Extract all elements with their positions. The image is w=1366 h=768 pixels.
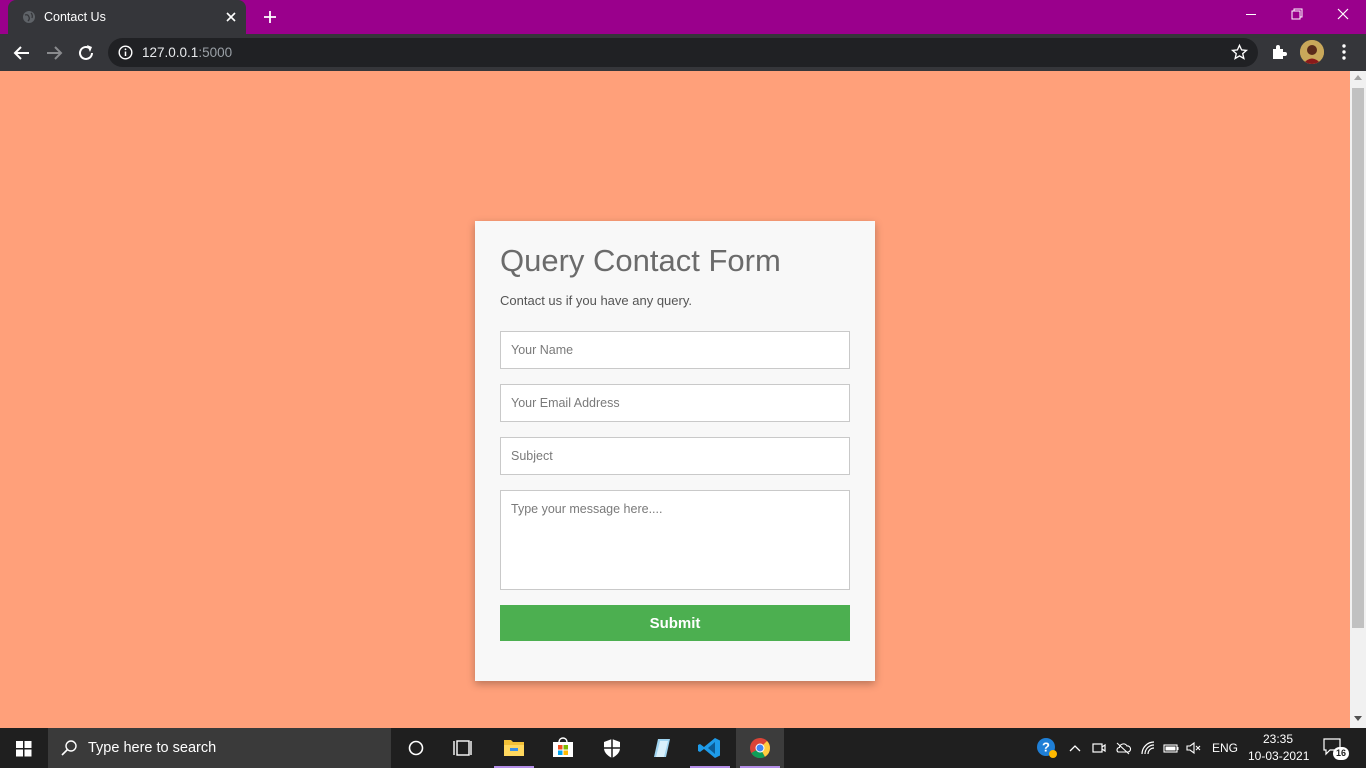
notification-center-button[interactable]: 16 bbox=[1322, 737, 1349, 760]
cortana-icon[interactable] bbox=[392, 728, 440, 768]
more-vertical-icon[interactable] bbox=[1334, 42, 1354, 62]
window-restore-icon[interactable] bbox=[1274, 0, 1320, 30]
wifi-icon[interactable] bbox=[1139, 739, 1157, 757]
clock-time[interactable]: 23:35 bbox=[1262, 732, 1294, 746]
taskbar-search-box[interactable]: Type here to search bbox=[48, 728, 391, 768]
window-close-icon[interactable] bbox=[1320, 0, 1366, 30]
scroll-thumb[interactable] bbox=[1352, 88, 1364, 628]
file-explorer-icon[interactable] bbox=[490, 728, 538, 768]
profile-avatar[interactable] bbox=[1300, 40, 1324, 64]
form-title: Query Contact Form bbox=[500, 243, 781, 278]
new-tab-plus-icon[interactable] bbox=[260, 7, 280, 27]
url-host: 127.0.0.1 bbox=[142, 45, 199, 60]
clock-date[interactable]: 10-03-2021 bbox=[1248, 749, 1309, 763]
address-bar[interactable]: 127.0.0.1:5000 bbox=[108, 38, 1258, 67]
email-input[interactable] bbox=[500, 384, 850, 422]
scroll-down-arrow-icon[interactable] bbox=[1354, 716, 1362, 721]
profile-photo-icon bbox=[1300, 40, 1324, 64]
window-minimize-icon[interactable] bbox=[1228, 0, 1274, 30]
input-language[interactable]: ENG bbox=[1212, 741, 1238, 755]
url-port: :5000 bbox=[198, 45, 233, 60]
vscode-logo-icon bbox=[698, 738, 720, 758]
page-viewport: Query Contact Form Contact us if you hav… bbox=[0, 71, 1350, 728]
url-text[interactable]: 127.0.0.1:5000 bbox=[142, 45, 232, 60]
folder-icon bbox=[504, 740, 524, 756]
task-view-icon[interactable] bbox=[440, 728, 488, 768]
chrome-icon[interactable] bbox=[736, 728, 784, 768]
notepad-icon[interactable] bbox=[637, 728, 685, 768]
tab-title: Contact Us bbox=[44, 10, 106, 24]
bookmark-star-icon[interactable] bbox=[1230, 43, 1249, 62]
page-scrollbar[interactable] bbox=[1350, 71, 1366, 728]
subject-input[interactable] bbox=[500, 437, 850, 475]
vscode-icon[interactable] bbox=[686, 728, 734, 768]
name-input[interactable] bbox=[500, 331, 850, 369]
search-icon bbox=[61, 740, 77, 756]
reload-icon[interactable] bbox=[73, 40, 99, 66]
windows-taskbar: Type here to search ? ENG 23:35 10-03-20… bbox=[0, 728, 1366, 768]
scroll-up-arrow-icon[interactable] bbox=[1354, 75, 1362, 80]
site-info-icon[interactable] bbox=[118, 45, 133, 60]
battery-icon[interactable] bbox=[1162, 739, 1180, 757]
security-shield-icon[interactable] bbox=[588, 728, 636, 768]
forward-arrow-icon[interactable] bbox=[41, 40, 67, 66]
chevron-up-icon[interactable] bbox=[1066, 739, 1084, 757]
search-placeholder: Type here to search bbox=[88, 740, 217, 756]
meet-now-icon[interactable] bbox=[1090, 739, 1108, 757]
browser-title-bar: Contact Us bbox=[0, 0, 1366, 34]
browser-toolbar: 127.0.0.1:5000 bbox=[0, 34, 1366, 71]
help-question-icon[interactable]: ? bbox=[1036, 737, 1058, 759]
form-subtitle: Contact us if you have any query. bbox=[500, 293, 692, 308]
browser-tab-active[interactable]: Contact Us bbox=[8, 0, 246, 34]
onedrive-icon[interactable] bbox=[1114, 739, 1132, 757]
back-arrow-icon[interactable] bbox=[9, 40, 35, 66]
volume-muted-icon[interactable] bbox=[1185, 739, 1203, 757]
contact-form-card: Query Contact Form Contact us if you hav… bbox=[475, 221, 875, 681]
chrome-logo-icon bbox=[750, 738, 771, 759]
notification-count-badge: 16 bbox=[1333, 747, 1349, 760]
message-textarea[interactable] bbox=[500, 490, 850, 590]
svg-text:?: ? bbox=[1042, 740, 1050, 755]
tab-close-icon[interactable] bbox=[222, 8, 240, 26]
extensions-puzzle-icon[interactable] bbox=[1269, 42, 1289, 62]
globe-icon bbox=[23, 11, 35, 23]
submit-button[interactable]: Submit bbox=[500, 605, 850, 641]
microsoft-store-icon[interactable] bbox=[539, 728, 587, 768]
windows-start-icon[interactable] bbox=[0, 728, 48, 768]
